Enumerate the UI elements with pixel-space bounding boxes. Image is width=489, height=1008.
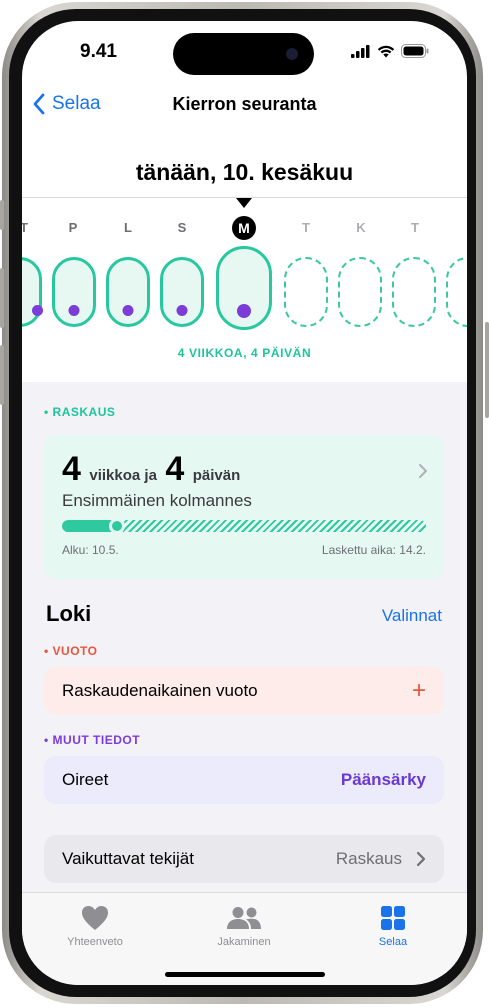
battery-icon — [401, 44, 429, 58]
page-title: Kierron seuranta — [172, 94, 317, 114]
tab-browse[interactable]: Selaa — [333, 903, 453, 948]
heart-icon — [82, 906, 108, 930]
tab-label: Yhteenveto — [67, 936, 123, 948]
factors-row-label: Vaikuttavat tekijät — [62, 849, 194, 868]
signal-icon — [351, 44, 370, 58]
day-label: K — [356, 220, 366, 235]
day-pill[interactable] — [22, 257, 43, 327]
due-date-label: Laskettu aika: 14.2. — [321, 543, 426, 557]
wifi-icon — [377, 45, 395, 57]
bleeding-dot — [237, 304, 251, 318]
days-number: 4 — [165, 450, 185, 488]
day-pill[interactable] — [392, 257, 436, 327]
people-icon — [227, 907, 261, 929]
date-title: tänään, 10. kesäkuu — [135, 159, 354, 185]
trimester-label: Ensimmäinen kolmannes — [62, 491, 252, 510]
options-link[interactable]: Valinnat — [382, 606, 442, 626]
today-marker — [236, 198, 252, 208]
day-pill[interactable] — [284, 257, 328, 327]
home-indicator — [165, 972, 325, 977]
camera-icon — [286, 48, 298, 60]
pregnancy-duration: 4 viikkoa ja 4 päivän — [62, 450, 240, 489]
day-label: T — [302, 220, 310, 235]
day-label: T — [411, 220, 419, 235]
day-label: T — [22, 220, 28, 235]
bleeding-dot — [68, 305, 80, 316]
grid-icon — [381, 906, 405, 930]
bleeding-dot — [122, 305, 134, 316]
symptoms-value: Päänsärky — [340, 770, 426, 789]
pregnancy-duration-caption: 4 VIIKKOA, 4 PÄIVÄN — [177, 346, 312, 360]
screen: 9.41 Selaa Kierron seuranta tänään, 10. … — [22, 21, 467, 985]
factors-value: Raskaus — [335, 849, 402, 868]
weeks-word: viikkoa ja — [89, 467, 157, 484]
progress-knob — [109, 520, 125, 532]
bleeding-dot — [176, 305, 188, 316]
pregnancy-section-label: • RASKAUS — [44, 405, 116, 419]
phone-frame: 9.41 Selaa Kierron seuranta tänään, 10. … — [0, 0, 489, 1008]
day-pill[interactable] — [338, 257, 382, 327]
day-label: L — [124, 220, 132, 235]
side-button — [0, 200, 4, 230]
today-pill[interactable] — [216, 246, 272, 330]
bleeding-row[interactable]: Raskaudenaikainen vuoto + — [44, 667, 444, 715]
tab-label: Selaa — [378, 936, 408, 948]
bleeding-section-label: • VUOTO — [44, 644, 98, 658]
day-pill[interactable] — [446, 257, 467, 327]
day-pill[interactable] — [52, 257, 96, 327]
status-time: 9.41 — [80, 41, 117, 62]
status-icons — [351, 44, 429, 58]
pregnancy-card[interactable]: 4 viikkoa ja 4 päivän Ensimmäinen kolman… — [44, 435, 444, 579]
log-title: Loki — [46, 601, 92, 626]
volume-up-button — [0, 268, 4, 328]
chevron-right-icon — [416, 851, 426, 867]
symptoms-row[interactable]: Oireet Päänsärky — [44, 756, 444, 804]
start-date-label: Alku: 10.5. — [62, 543, 119, 557]
weeks-number: 4 — [62, 450, 81, 488]
volume-down-button — [0, 345, 4, 405]
symptoms-row-label: Oireet — [62, 770, 109, 789]
day-pill[interactable] — [160, 257, 204, 327]
day-pill[interactable] — [106, 257, 150, 327]
dynamic-island — [173, 33, 314, 75]
factors-value-wrap: Raskaus — [336, 835, 426, 883]
tab-label: Jakaminen — [217, 936, 271, 948]
add-bleeding-button[interactable]: + — [412, 667, 426, 715]
power-button — [485, 322, 489, 418]
days-word: päivän — [192, 467, 241, 484]
other-data-section-label: • MUUT TIEDOT — [44, 733, 141, 747]
bleeding-dot — [32, 305, 43, 316]
tab-summary[interactable]: Yhteenveto — [35, 903, 155, 948]
tab-sharing[interactable]: Jakaminen — [184, 903, 304, 948]
day-label: P — [68, 220, 78, 235]
today-day-label[interactable]: M — [232, 216, 256, 240]
pregnancy-progress-bar — [62, 520, 426, 532]
bleeding-row-label: Raskaudenaikainen vuoto — [62, 681, 258, 700]
day-label: S — [177, 220, 187, 235]
factors-row[interactable]: Vaikuttavat tekijät Raskaus — [44, 835, 444, 883]
chevron-right-icon — [419, 464, 427, 478]
